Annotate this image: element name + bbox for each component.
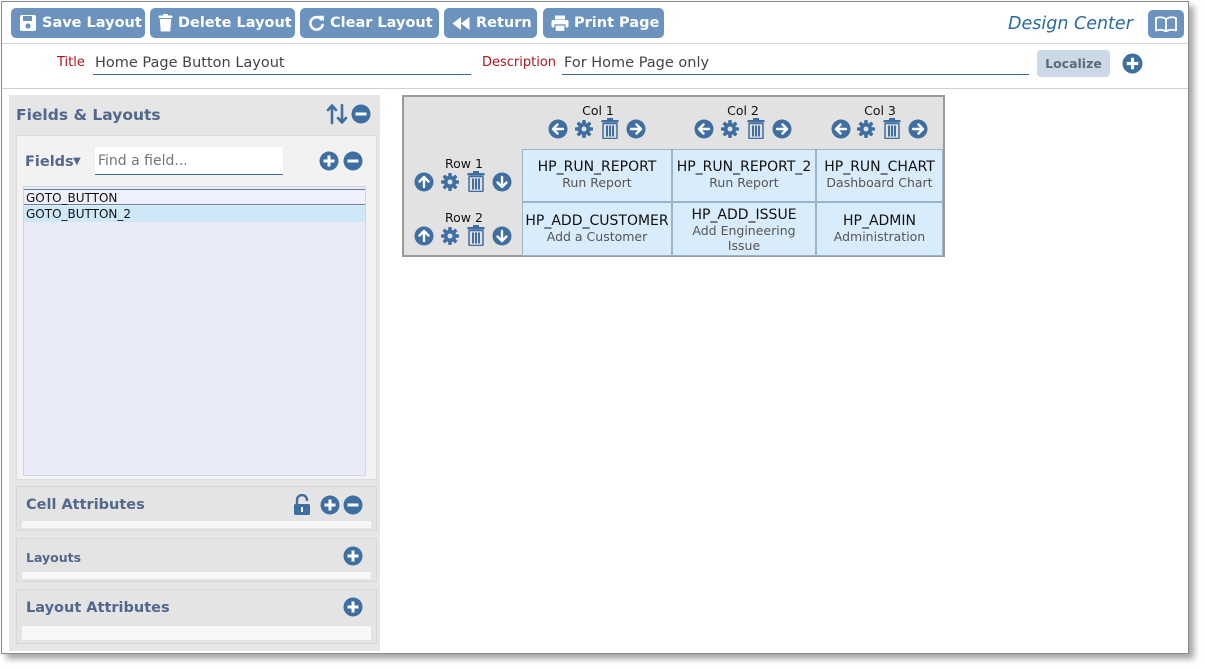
- delete-col-trash-icon[interactable]: [601, 118, 619, 139]
- move-col-left-arrow-left-icon[interactable]: [694, 119, 714, 139]
- toolbar: Save Layout Delete Layout Clear Layout R…: [2, 2, 1188, 44]
- grid-cell[interactable]: HP_RUN_REPORT_2 Run Report: [672, 149, 816, 202]
- col-header: Col 3: [864, 103, 896, 118]
- rewind-icon: [452, 16, 470, 30]
- clear-layout-label: Clear Layout: [330, 15, 433, 31]
- move-col-right-arrow-right-icon[interactable]: [772, 119, 792, 139]
- cell-name: HP_RUN_REPORT_2: [676, 159, 812, 175]
- add-localization-plus-circle-icon[interactable]: [1122, 53, 1143, 74]
- cell-attributes-section: Cell Attributes: [16, 486, 377, 531]
- find-field-input[interactable]: [95, 147, 283, 175]
- fields-and-layouts-panel: Fields & Layouts Fields ▼ GOTO_BUTTON GO…: [9, 95, 380, 651]
- print-page-button[interactable]: Print Page: [543, 8, 664, 38]
- cell-description: Add Engineering Issue: [692, 223, 796, 253]
- move-row-down-arrow-down-icon[interactable]: [492, 226, 512, 246]
- help-book-button[interactable]: [1148, 10, 1184, 38]
- localize-button[interactable]: Localize: [1037, 50, 1110, 77]
- cell-name: HP_ADMIN: [842, 213, 916, 229]
- grid-cell[interactable]: HP_ADD_CUSTOMER Add a Customer: [522, 202, 672, 256]
- cell-description: Run Report: [709, 175, 779, 190]
- fields-section: Fields ▼ GOTO_BUTTON GOTO_BUTTON_2: [16, 135, 377, 480]
- fields-label: Fields: [25, 154, 74, 170]
- grid-cell[interactable]: HP_RUN_CHART Dashboard Chart: [816, 149, 943, 202]
- row-header: Row 2: [445, 210, 483, 225]
- move-col-right-arrow-right-icon[interactable]: [626, 119, 646, 139]
- cell-name: HP_RUN_REPORT: [537, 159, 657, 175]
- move-row-up-arrow-up-icon[interactable]: [414, 226, 434, 246]
- book-icon: [1155, 16, 1177, 32]
- grid-cell[interactable]: HP_ADMIN Administration: [816, 202, 943, 256]
- app-title: Design Center: [1008, 14, 1133, 34]
- col-header: Col 2: [727, 103, 759, 118]
- layouts-section: Layouts: [16, 538, 377, 582]
- col-settings-gear-icon[interactable]: [856, 119, 876, 139]
- delete-row-trash-icon[interactable]: [467, 171, 485, 192]
- add-cell-attribute-plus-circle-icon[interactable]: [320, 495, 340, 515]
- remove-cell-attribute-minus-circle-icon[interactable]: [343, 495, 363, 515]
- save-icon: [20, 15, 36, 31]
- field-item[interactable]: GOTO_BUTTON: [24, 189, 365, 205]
- design-center-window: Save Layout Delete Layout Clear Layout R…: [1, 1, 1189, 654]
- cell-description: Run Report: [562, 175, 632, 190]
- grid-cell[interactable]: HP_ADD_ISSUE Add Engineering Issue: [672, 202, 816, 256]
- description-label: Description: [482, 55, 557, 70]
- delete-col-trash-icon[interactable]: [883, 118, 901, 139]
- add-field-plus-circle-icon[interactable]: [319, 151, 339, 171]
- move-col-left-arrow-left-icon[interactable]: [831, 119, 851, 139]
- layout-info-row: Title Description Localize: [2, 44, 1188, 89]
- remove-field-minus-circle-icon[interactable]: [343, 151, 363, 171]
- panel-title: Fields & Layouts: [16, 106, 161, 124]
- clear-layout-button[interactable]: Clear Layout: [300, 8, 439, 38]
- return-button[interactable]: Return: [444, 8, 537, 38]
- move-row-down-arrow-down-icon[interactable]: [492, 172, 512, 192]
- fields-dropdown-caret[interactable]: ▼: [73, 156, 81, 167]
- move-row-up-arrow-up-icon[interactable]: [414, 172, 434, 192]
- layout-attributes-body: [22, 626, 371, 640]
- print-icon: [551, 15, 569, 32]
- print-page-label: Print Page: [574, 15, 660, 31]
- layouts-body: [22, 572, 371, 579]
- delete-layout-button[interactable]: Delete Layout: [150, 8, 295, 38]
- delete-layout-label: Delete Layout: [178, 15, 292, 31]
- move-col-left-arrow-left-icon[interactable]: [548, 119, 568, 139]
- delete-row-trash-icon[interactable]: [467, 225, 485, 246]
- description-input[interactable]: [562, 51, 1029, 75]
- save-layout-label: Save Layout: [42, 15, 142, 31]
- add-layout-plus-circle-icon[interactable]: [343, 546, 363, 566]
- move-col-right-arrow-right-icon[interactable]: [908, 119, 928, 139]
- save-layout-button[interactable]: Save Layout: [11, 8, 145, 38]
- cell-name: HP_ADD_ISSUE: [691, 207, 797, 223]
- delete-col-trash-icon[interactable]: [747, 118, 765, 139]
- layout-attributes-label: Layout Attributes: [26, 600, 170, 616]
- row-header: Row 1: [445, 156, 483, 171]
- title-input[interactable]: [93, 51, 471, 75]
- layout-attributes-section: Layout Attributes: [16, 589, 377, 644]
- sort-icon[interactable]: [326, 103, 348, 125]
- cell-description: Dashboard Chart: [826, 175, 933, 190]
- grid-cell[interactable]: HP_RUN_REPORT Run Report: [522, 149, 672, 202]
- col-settings-gear-icon[interactable]: [574, 119, 594, 139]
- refresh-icon: [309, 15, 324, 31]
- cell-description: Add a Customer: [546, 229, 648, 244]
- layout-grid: Col 1 Col 2 Col 3 Row 1 Row 2 HP_RUN_REP…: [402, 95, 945, 257]
- field-item[interactable]: GOTO_BUTTON_2: [24, 206, 365, 222]
- title-label: Title: [57, 55, 85, 70]
- field-list: GOTO_BUTTON GOTO_BUTTON_2: [23, 186, 366, 476]
- col-header: Col 1: [582, 103, 614, 118]
- return-label: Return: [476, 15, 532, 31]
- cell-description: Administration: [833, 229, 926, 244]
- row-settings-gear-icon[interactable]: [440, 226, 460, 246]
- layouts-label: Layouts: [26, 550, 82, 565]
- add-layout-attribute-plus-circle-icon[interactable]: [343, 597, 363, 617]
- cell-name: HP_ADD_CUSTOMER: [525, 213, 669, 229]
- row-settings-gear-icon[interactable]: [440, 172, 460, 192]
- trash-icon: [158, 14, 173, 32]
- cell-attributes-label: Cell Attributes: [26, 497, 145, 513]
- unlock-icon[interactable]: [293, 494, 311, 516]
- cell-name: HP_RUN_CHART: [824, 159, 935, 175]
- col-settings-gear-icon[interactable]: [720, 119, 740, 139]
- cell-attributes-body: [22, 521, 371, 528]
- collapse-panel-minus-circle-icon[interactable]: [351, 104, 371, 124]
